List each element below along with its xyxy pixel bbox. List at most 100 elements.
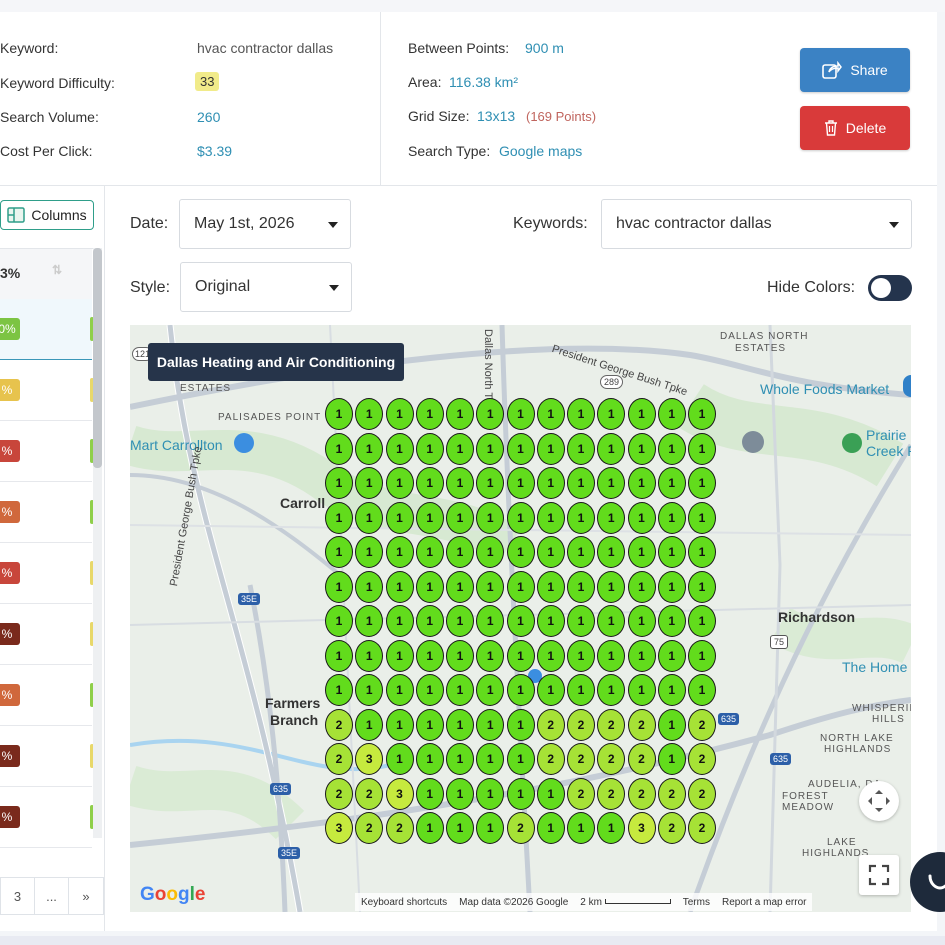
rank-pin[interactable]: 1	[476, 398, 505, 430]
rank-pin[interactable]: 1	[506, 432, 535, 465]
rank-pin[interactable]: 1	[627, 536, 656, 568]
rank-pin[interactable]: 1	[657, 570, 686, 603]
rank-pin[interactable]: 1	[446, 777, 474, 810]
delete-button[interactable]: Delete	[800, 106, 910, 150]
rank-pin[interactable]: 1	[657, 674, 686, 706]
rank-pin[interactable]: 2	[688, 777, 716, 810]
rank-pin[interactable]: 3	[627, 812, 656, 844]
rank-pin[interactable]: 1	[657, 536, 686, 568]
rank-pin[interactable]: 2	[657, 812, 686, 844]
rank-pin[interactable]: 1	[627, 674, 656, 706]
table-row[interactable]: %	[0, 543, 94, 604]
rank-pin[interactable]: 1	[536, 639, 565, 672]
rank-pin[interactable]: 1	[325, 536, 353, 568]
rank-pin[interactable]: 2	[325, 777, 353, 810]
rank-pin[interactable]: 1	[597, 501, 626, 534]
rank-pin[interactable]: 1	[415, 605, 444, 637]
rank-pin[interactable]: 2	[567, 777, 595, 810]
rank-pin[interactable]: 2	[506, 812, 535, 844]
rank-pin[interactable]: 2	[355, 777, 384, 810]
table-row[interactable]: 0%	[0, 299, 94, 360]
table-row[interactable]: %	[0, 360, 94, 421]
rank-pin[interactable]: 1	[385, 570, 414, 603]
rank-pin[interactable]: 1	[536, 570, 565, 603]
rank-pin[interactable]: 1	[415, 708, 444, 741]
rank-pin[interactable]: 1	[688, 570, 716, 603]
pan-arrows-icon[interactable]	[859, 781, 899, 821]
date-select[interactable]: May 1st, 2026	[179, 199, 351, 249]
rank-pin[interactable]: 1	[415, 501, 444, 534]
rank-pin[interactable]: 1	[355, 398, 384, 430]
rank-pin[interactable]: 1	[385, 639, 414, 672]
table-row[interactable]: %	[0, 726, 94, 787]
rank-pin[interactable]: 1	[385, 743, 414, 775]
rank-pin[interactable]: 1	[567, 639, 595, 672]
rank-pin[interactable]: 1	[688, 398, 716, 430]
rank-pin[interactable]: 2	[355, 812, 384, 844]
rank-pin[interactable]: 3	[355, 743, 384, 775]
table-scroll-thumb[interactable]	[93, 248, 102, 468]
rank-pin[interactable]: 1	[415, 398, 444, 430]
rank-pin[interactable]: 1	[415, 674, 444, 706]
rank-pin[interactable]: 1	[506, 674, 535, 706]
table-row[interactable]: %	[0, 421, 94, 482]
rank-pin[interactable]: 1	[688, 501, 716, 534]
rank-pin[interactable]: 1	[506, 467, 535, 499]
rank-pin[interactable]: 1	[446, 708, 474, 741]
rank-pin[interactable]: 1	[536, 674, 565, 706]
rank-pin[interactable]: 1	[476, 467, 505, 499]
report-error-link[interactable]: Report a map error	[722, 897, 806, 908]
share-button[interactable]: Share	[800, 48, 910, 92]
rank-pin[interactable]: 1	[476, 432, 505, 465]
rank-pin[interactable]: 1	[385, 501, 414, 534]
rank-pin[interactable]: 1	[476, 777, 505, 810]
rank-pin[interactable]: 2	[325, 708, 353, 741]
rank-pin[interactable]: 1	[506, 777, 535, 810]
rank-pin[interactable]: 1	[325, 501, 353, 534]
rank-pin[interactable]: 1	[597, 639, 626, 672]
rank-pin[interactable]: 1	[446, 639, 474, 672]
keyboard-shortcuts-link[interactable]: Keyboard shortcuts	[361, 897, 447, 908]
rank-pin[interactable]: 1	[446, 501, 474, 534]
rank-pin[interactable]: 1	[325, 605, 353, 637]
rank-pin[interactable]: 1	[627, 639, 656, 672]
rank-pin[interactable]: 1	[415, 743, 444, 775]
rank-pin[interactable]: 3	[325, 812, 353, 844]
rank-pin[interactable]: 2	[627, 708, 656, 741]
rank-pin[interactable]: 1	[597, 570, 626, 603]
rank-pin[interactable]: 1	[325, 570, 353, 603]
pager-page-3[interactable]: 3	[0, 877, 35, 915]
rank-pin[interactable]: 1	[446, 674, 474, 706]
rank-pin[interactable]: 1	[627, 398, 656, 430]
rank-pin[interactable]: 1	[355, 570, 384, 603]
rank-pin[interactable]: 1	[415, 812, 444, 844]
table-row[interactable]: %	[0, 665, 94, 726]
table-header[interactable]: 3% ⇅	[0, 249, 92, 300]
rank-pin[interactable]: 1	[385, 432, 414, 465]
rank-pin[interactable]: 1	[325, 398, 353, 430]
rank-pin[interactable]: 2	[536, 743, 565, 775]
keywords-select[interactable]: hvac contractor dallas	[601, 199, 912, 249]
rank-pin[interactable]: 1	[385, 674, 414, 706]
table-row[interactable]: %	[0, 482, 94, 543]
rank-pin[interactable]: 1	[355, 605, 384, 637]
rank-pin[interactable]: 1	[506, 536, 535, 568]
table-row[interactable]: %	[0, 787, 94, 848]
rank-pin[interactable]: 1	[597, 674, 626, 706]
rank-pin[interactable]: 1	[446, 432, 474, 465]
rank-pin[interactable]: 1	[476, 812, 505, 844]
rank-pin[interactable]: 2	[688, 743, 716, 775]
rank-pin[interactable]: 1	[536, 467, 565, 499]
rank-pin[interactable]: 1	[567, 432, 595, 465]
rank-pin[interactable]: 1	[325, 467, 353, 499]
rank-pin[interactable]: 1	[476, 605, 505, 637]
rank-pin[interactable]: 1	[415, 432, 444, 465]
rank-pin[interactable]: 1	[627, 570, 656, 603]
rank-pin[interactable]: 1	[446, 398, 474, 430]
rank-pin[interactable]: 1	[536, 501, 565, 534]
rank-pin[interactable]: 1	[567, 536, 595, 568]
rank-pin[interactable]: 1	[657, 467, 686, 499]
rank-pin[interactable]: 1	[567, 398, 595, 430]
rank-pin[interactable]: 1	[355, 639, 384, 672]
rank-pin[interactable]: 1	[355, 467, 384, 499]
